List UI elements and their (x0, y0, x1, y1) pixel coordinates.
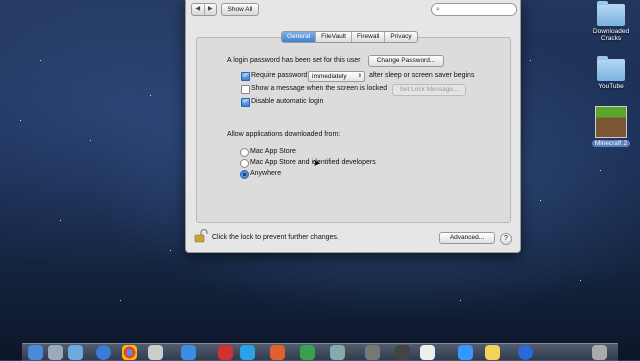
show-message-checkbox[interactable] (241, 85, 250, 94)
after-sleep-text: after sleep or screen saver begins (369, 72, 475, 79)
app-store-icon[interactable] (181, 345, 196, 360)
general-panel: A login password has been set for this u… (196, 37, 511, 223)
forward-arrow-icon[interactable]: ▶ (205, 4, 217, 15)
require-password-label: Require password (251, 72, 308, 79)
change-password-button[interactable]: Change Password... (368, 55, 444, 67)
launchpad-icon[interactable] (48, 345, 63, 360)
set-lock-message-button[interactable]: Set Lock Message... (392, 84, 466, 96)
powerpoint-icon[interactable] (270, 345, 285, 360)
safari-icon[interactable] (96, 345, 111, 360)
stickies-icon[interactable] (485, 345, 500, 360)
require-password-checkbox[interactable]: ✓ (241, 72, 250, 81)
mouse-cursor-icon: ➤ (313, 158, 321, 168)
desktop-icon-downloaded-cracks[interactable]: Downloaded Cracks (586, 1, 636, 42)
tab-bar: General FileVault Firewall Privacy (281, 31, 418, 43)
disable-auto-login-label: Disable automatic login (251, 98, 324, 105)
excel-icon[interactable] (300, 345, 315, 360)
system-preferences-icon[interactable] (148, 345, 163, 360)
finder-icon[interactable] (28, 345, 43, 360)
help-button[interactable]: ? (500, 233, 512, 245)
radio-mac-app-store[interactable] (240, 148, 249, 157)
preview-icon[interactable] (330, 345, 345, 360)
radio-identified-developers[interactable] (240, 159, 249, 168)
unlocked-padlock-icon[interactable] (194, 229, 208, 243)
tab-filevault[interactable]: FileVault (316, 32, 352, 42)
word-icon[interactable] (240, 345, 255, 360)
radio-mac-app-store-label: Mac App Store (250, 148, 296, 155)
tab-general[interactable]: General (282, 32, 317, 42)
search-input[interactable]: ⌕ (431, 3, 517, 16)
show-all-button[interactable]: Show All (221, 3, 259, 16)
desktop-icon-youtube[interactable]: YouTube (586, 56, 636, 90)
select-arrows-icon: ⇕ (357, 73, 362, 79)
require-password-select[interactable]: immediately ⇕ (308, 71, 365, 82)
folder-icon (597, 1, 625, 26)
lock-text: Click the lock to prevent further change… (212, 234, 339, 241)
show-message-label: Show a message when the screen is locked (251, 85, 388, 92)
back-forward-buttons[interactable]: ◀ ▶ (191, 3, 217, 16)
login-password-text: A login password has been set for this u… (227, 57, 361, 64)
tab-firewall[interactable]: Firewall (352, 32, 386, 42)
allow-apps-heading: Allow applications downloaded from: (227, 131, 341, 138)
security-privacy-window: ◀ ▶ Show All ⌕ A login password has been… (185, 0, 521, 253)
desktop-icon-minecraft[interactable]: Minecraft 2 (586, 106, 636, 147)
downloads-icon[interactable] (518, 345, 533, 360)
back-arrow-icon[interactable]: ◀ (192, 4, 205, 15)
desktop-icon-label: Downloaded Cracks (592, 28, 630, 42)
quicktime-icon[interactable] (395, 345, 410, 360)
search-icon: ⌕ (436, 6, 440, 13)
minecraft-app-icon (595, 106, 627, 138)
require-password-select-value: immediately (312, 73, 347, 80)
utilities-icon[interactable] (365, 345, 380, 360)
radio-anywhere-label: Anywhere (250, 170, 282, 177)
chrome-icon[interactable] (122, 345, 137, 360)
folder-icon (597, 56, 625, 81)
desktop-icon-label: YouTube (598, 83, 624, 90)
radio-anywhere[interactable] (240, 170, 249, 179)
window-toolbar: ◀ ▶ Show All ⌕ (186, 0, 520, 18)
trash-icon[interactable] (592, 345, 607, 360)
desktop-icon-label: Minecraft 2 (591, 140, 631, 147)
reminders-icon[interactable] (420, 345, 435, 360)
disable-auto-login-checkbox[interactable]: ✓ (241, 98, 250, 107)
tab-privacy[interactable]: Privacy (385, 32, 416, 42)
messages-icon[interactable] (458, 345, 473, 360)
advanced-button[interactable]: Advanced... (439, 232, 495, 244)
mission-control-icon[interactable] (68, 345, 83, 360)
text-icon[interactable] (218, 345, 233, 360)
